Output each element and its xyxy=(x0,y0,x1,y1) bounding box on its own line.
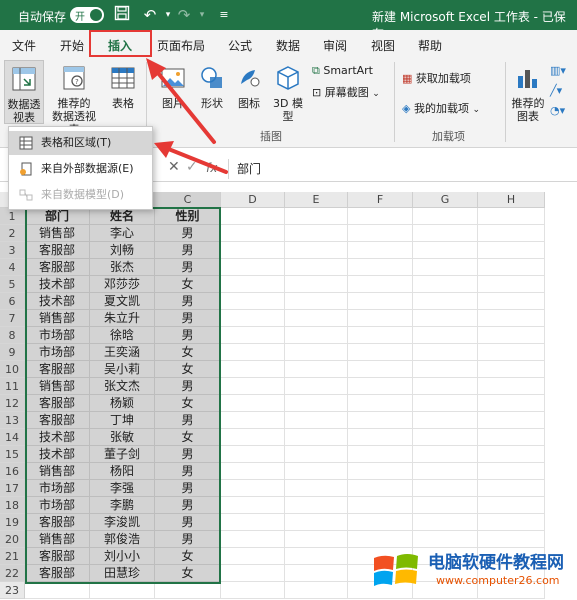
arrow-to-table-range xyxy=(154,141,228,174)
windows-logo xyxy=(374,554,418,586)
watermark: 电脑软硬件教程网 www.computer26.com xyxy=(370,548,577,594)
annotation-arrows xyxy=(146,58,228,174)
watermark-title: 电脑软硬件教程网 xyxy=(428,553,564,573)
arrow-to-insert-tab xyxy=(146,58,216,144)
watermark-url: www.computer26.com xyxy=(436,574,560,587)
